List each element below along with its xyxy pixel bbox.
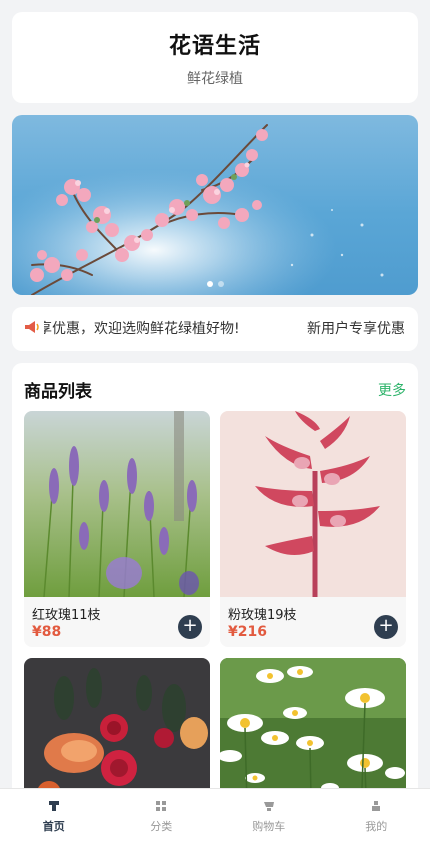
header-card: 花语生活 鲜花绿植 [12,12,418,103]
carousel-dot[interactable] [217,281,224,287]
cart-icon [263,802,274,811]
add-to-cart-button[interactable]: + [178,615,202,639]
tab-home[interactable]: 首页 [0,789,108,844]
product-price: ¥88 [32,624,62,640]
page-subtitle: 鲜花绿植 [187,70,243,87]
notice-text: 享优惠，欢迎选购鲜花绿植好物! [44,321,240,337]
megaphone-icon [24,320,44,338]
more-link[interactable]: 更多 [378,380,406,400]
tab-profile[interactable]: 我的 [323,789,430,844]
notice-marquee: 享优惠，欢迎选购鲜花绿植好物! 新用户专享优惠 [44,319,406,339]
product-price: ¥216 [228,624,267,640]
product-name: 粉玫瑰19枝 [228,608,297,623]
add-to-cart-button[interactable]: + [374,615,398,639]
section-title: 商品列表 [24,382,92,402]
product-card[interactable]: 粉玫瑰19枝 ¥216 + [220,411,406,647]
tab-cart[interactable]: 购物车 [215,789,323,844]
banner-carousel[interactable] [12,115,418,295]
goods-header: 商品列表 更多 [24,377,406,402]
app-page: 花语生活 鲜花绿植 享优惠，欢迎选购鲜花绿植好物! 新用户专享优惠 商品列表 更… [0,0,430,844]
notice-text-next: 新用户专享优惠 [307,321,405,337]
carousel-dot[interactable] [206,281,213,287]
tab-category[interactable]: 分类 [108,789,216,844]
goods-section: 商品列表 更多 红玫瑰11枝 ¥88 + 粉玫瑰19枝 ¥216 + [12,363,418,833]
carousel-dots [12,281,418,287]
product-name: 红玫瑰11枝 [32,608,101,623]
grid-icon [156,801,167,811]
tab-label: 我的 [365,820,388,833]
page-title: 花语生活 [168,33,261,59]
cherry-blossom-image [12,115,418,295]
user-icon [372,801,381,811]
product-image [24,411,210,597]
bottom-tabbar: 首页 分类 购物车 我的 [0,788,430,844]
tab-label: 分类 [150,820,173,833]
product-image [220,411,406,597]
home-icon [48,801,59,811]
tab-label: 首页 [42,820,65,833]
product-card[interactable]: 红玫瑰11枝 ¥88 + [24,411,210,647]
tab-label: 购物车 [252,820,286,833]
notice-bar[interactable]: 享优惠，欢迎选购鲜花绿植好物! 新用户专享优惠 [12,307,418,351]
